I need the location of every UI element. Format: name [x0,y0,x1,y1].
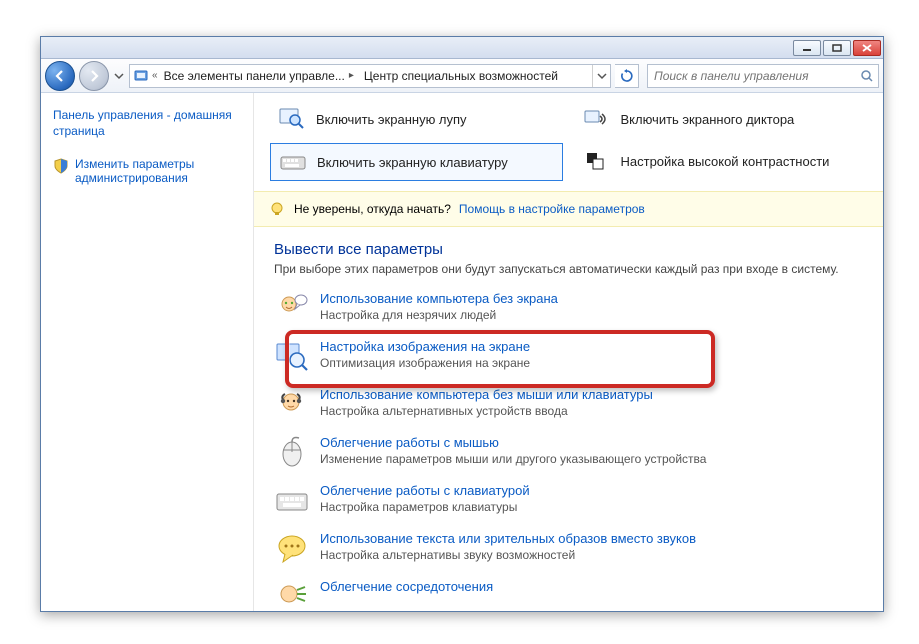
option-desc: Настройка параметров клавиатуры [320,500,530,514]
quick-label: Включить экранную лупу [316,112,467,127]
sidebar-home-link[interactable]: Панель управления - домашняя страница [53,107,241,139]
quick-label: Включить экранного диктора [621,112,795,127]
content-area: Включить экранную лупу Включить экранную… [253,93,883,611]
breadcrumb-label: Все элементы панели управле... [164,69,345,83]
shield-icon [53,158,69,174]
option-desc: Настройка для незрячих людей [320,308,558,322]
quick-access-row: Включить экранную лупу Включить экранную… [254,93,883,191]
close-button[interactable] [853,40,881,56]
help-bar: Не уверены, откуда начать? Помощь в наст… [254,191,883,227]
option-link[interactable]: Облегчение работы с клавиатурой [320,483,530,498]
control-panel-icon [130,68,152,84]
keyboard-icon [279,150,307,174]
quick-onscreen-keyboard[interactable]: Включить экранную клавиатуру [270,143,563,181]
nav-history-dropdown[interactable] [113,66,125,86]
refresh-button[interactable] [615,64,639,88]
quick-magnifier[interactable]: Включить экранную лупу [270,101,563,137]
keyboard-large-icon [274,483,310,519]
option-sounds: Использование текста или зрительных обра… [274,526,863,574]
help-link[interactable]: Помощь в настройке параметров [459,202,645,216]
minimize-button[interactable] [793,40,821,56]
option-blind: Использование компьютера без экрана Наст… [274,286,863,334]
lightbulb-icon [268,200,286,218]
option-keyboard: Облегчение работы с клавиатурой Настройк… [274,478,863,526]
section-heading: Вывести все параметры [274,241,863,258]
search-box[interactable] [647,64,879,88]
option-desc: Изменение параметров мыши или другого ук… [320,452,706,466]
speech-bubble-icon [274,531,310,567]
quick-narrator[interactable]: Включить экранного диктора [575,101,868,137]
person-talk-icon [274,291,310,327]
breadcrumb-ease-of-access[interactable]: Центр специальных возможностей [358,65,562,87]
breadcrumb: « Все элементы панели управле... ▸ Центр… [129,64,611,88]
titlebar [41,37,883,59]
quick-high-contrast[interactable]: Настройка высокой контрастности [575,143,868,179]
forward-button[interactable] [79,61,109,91]
option-desc: Настройка альтернативы звуку возможносте… [320,548,696,562]
option-link[interactable]: Использование компьютера без экрана [320,291,558,306]
search-input[interactable] [648,69,856,83]
breadcrumb-all-items[interactable]: Все элементы панели управле... ▸ [158,65,358,87]
focus-icon [274,579,310,611]
breadcrumb-label: Центр специальных возможностей [364,69,558,83]
option-focus: Облегчение сосредоточения [274,574,863,611]
section-subtext: При выборе этих параметров они будут зап… [274,262,863,276]
sidebar-item-label: Изменить параметры администрирования [75,157,241,185]
chevron-right-icon: ▸ [349,70,354,81]
narrator-icon [583,107,611,131]
breadcrumb-dropdown[interactable] [592,65,610,87]
help-text: Не уверены, откуда начать? [294,202,451,216]
navbar: « Все элементы панели управле... ▸ Центр… [41,59,883,93]
option-link[interactable]: Облегчение работы с мышью [320,435,706,450]
quick-label: Настройка высокой контрастности [621,154,830,169]
option-link[interactable]: Облегчение сосредоточения [320,579,493,594]
magnifier-icon [278,107,306,131]
back-button[interactable] [45,61,75,91]
explore-all-section: Вывести все параметры При выборе этих па… [254,237,883,611]
sidebar: Панель управления - домашняя страница Из… [41,93,253,611]
control-panel-window: « Все элементы панели управле... ▸ Центр… [40,36,884,612]
quick-label: Включить экранную клавиатуру [317,155,508,170]
option-desc: Оптимизация изображения на экране [320,356,530,370]
option-display: Настройка изображения на экране Оптимиза… [274,334,863,382]
maximize-button[interactable] [823,40,851,56]
search-icon [856,69,878,83]
option-link[interactable]: Настройка изображения на экране [320,339,530,354]
option-desc: Настройка альтернативных устройств ввода [320,404,653,418]
option-link[interactable]: Использование текста или зрительных обра… [320,531,696,546]
option-link[interactable]: Использование компьютера без мыши или кл… [320,387,653,402]
body-area: Панель управления - домашняя страница Из… [41,93,883,611]
option-mouse: Облегчение работы с мышью Изменение пара… [274,430,863,478]
mouse-icon [274,435,310,471]
sidebar-item-admin[interactable]: Изменить параметры администрирования [53,157,241,185]
display-magnifier-icon [274,339,310,375]
contrast-icon [583,149,611,173]
option-no-mouse-keyboard: Использование компьютера без мыши или кл… [274,382,863,430]
person-headset-icon [274,387,310,423]
